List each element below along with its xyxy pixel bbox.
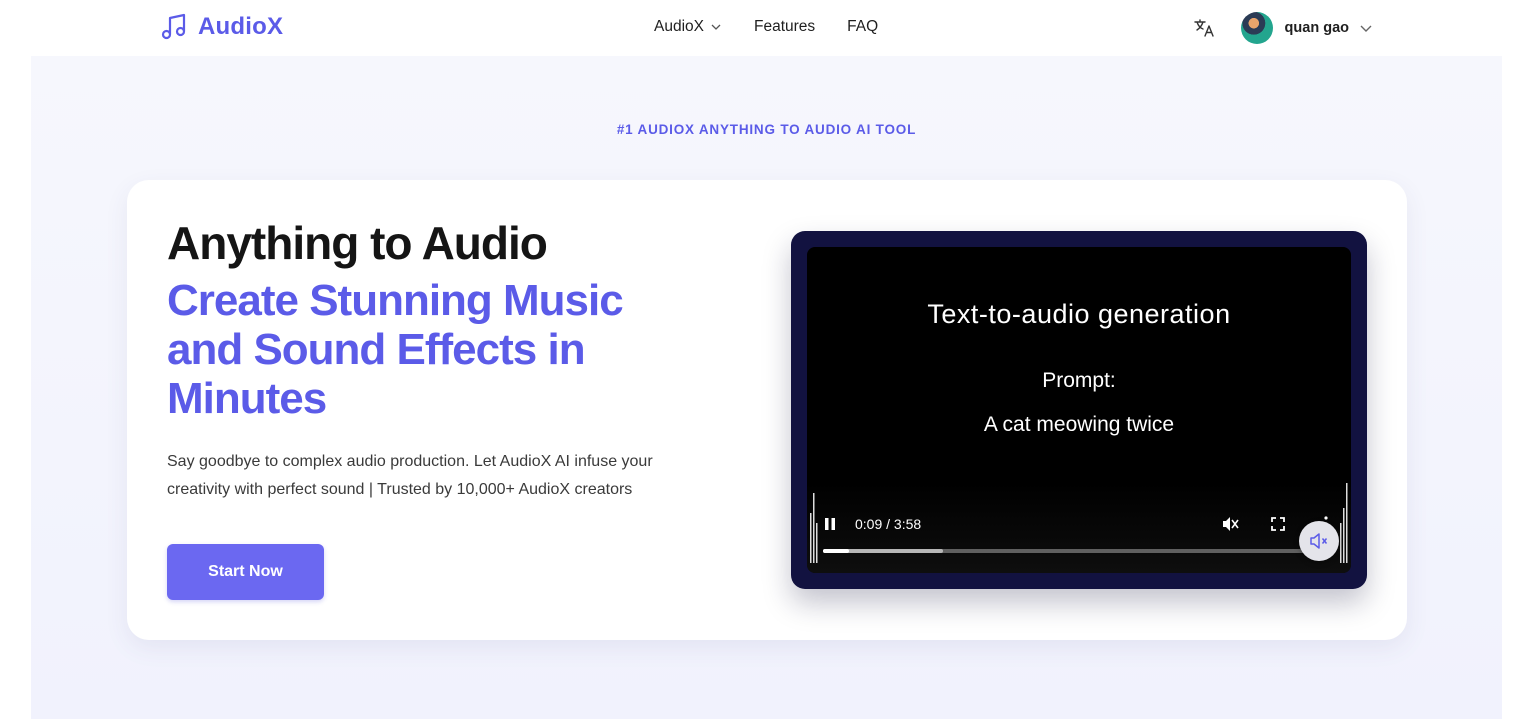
- nav-item-label: Features: [753, 18, 816, 35]
- fullscreen-icon[interactable]: [1271, 517, 1285, 531]
- nav-item-label: FAQ: [847, 18, 879, 35]
- translate-icon[interactable]: [1193, 17, 1215, 39]
- nav-item-audiox[interactable]: AudioX: [654, 18, 722, 36]
- nav-item-features[interactable]: Features: [754, 18, 815, 36]
- video-progress-bar[interactable]: [823, 549, 1323, 553]
- header-right-tools: quan gao: [1193, 12, 1373, 44]
- pause-icon[interactable]: [823, 517, 837, 531]
- volume-mute-icon[interactable]: [1221, 515, 1239, 533]
- hero-section: #1 AUDIOX ANYTHING TO AUDIO AI TOOL Anyt…: [31, 56, 1502, 719]
- chevron-down-icon: [711, 24, 721, 30]
- nav-item-faq[interactable]: FAQ: [847, 18, 878, 36]
- waveform-icon: [1340, 483, 1348, 563]
- logo[interactable]: AudioX: [160, 12, 283, 42]
- demo-video-player[interactable]: Text-to-audio generation Prompt: A cat m…: [807, 247, 1351, 573]
- speaker-muted-icon: [1310, 533, 1328, 549]
- video-heading: Text-to-audio generation: [927, 299, 1231, 329]
- hero-subtitle: Create Stunning Music and Sound Effects …: [167, 276, 624, 423]
- logo-text: AudioX: [198, 13, 284, 40]
- video-frame: Text-to-audio generation Prompt: A cat m…: [791, 231, 1367, 589]
- hero-card: Anything to Audio Create Stunning Music …: [127, 180, 1407, 640]
- main-nav: AudioX Features FAQ: [654, 18, 910, 36]
- chevron-down-icon[interactable]: [1359, 21, 1373, 35]
- hero-title: Anything to Audio: [167, 217, 548, 269]
- user-name[interactable]: quan gao: [1285, 20, 1349, 36]
- avatar[interactable]: [1240, 12, 1273, 44]
- video-prompt-text: A cat meowing twice: [983, 413, 1175, 436]
- hero-description: Say goodbye to complex audio production.…: [167, 453, 653, 498]
- top-nav-bar: AudioX AudioX Features FAQ quan gao: [0, 0, 1513, 56]
- nav-item-label: AudioX: [654, 18, 704, 35]
- unmute-button[interactable]: [1299, 521, 1339, 561]
- video-prompt-label: Prompt:: [1042, 369, 1116, 392]
- video-played-fill: [823, 549, 849, 553]
- video-time: 0:09 / 3:58: [855, 516, 922, 532]
- waveform-icon: [810, 493, 818, 563]
- hero-eyebrow: #1 AUDIOX ANYTHING TO AUDIO AI TOOL: [616, 122, 917, 137]
- music-note-icon: [161, 13, 186, 40]
- start-now-button[interactable]: Start Now: [167, 544, 324, 600]
